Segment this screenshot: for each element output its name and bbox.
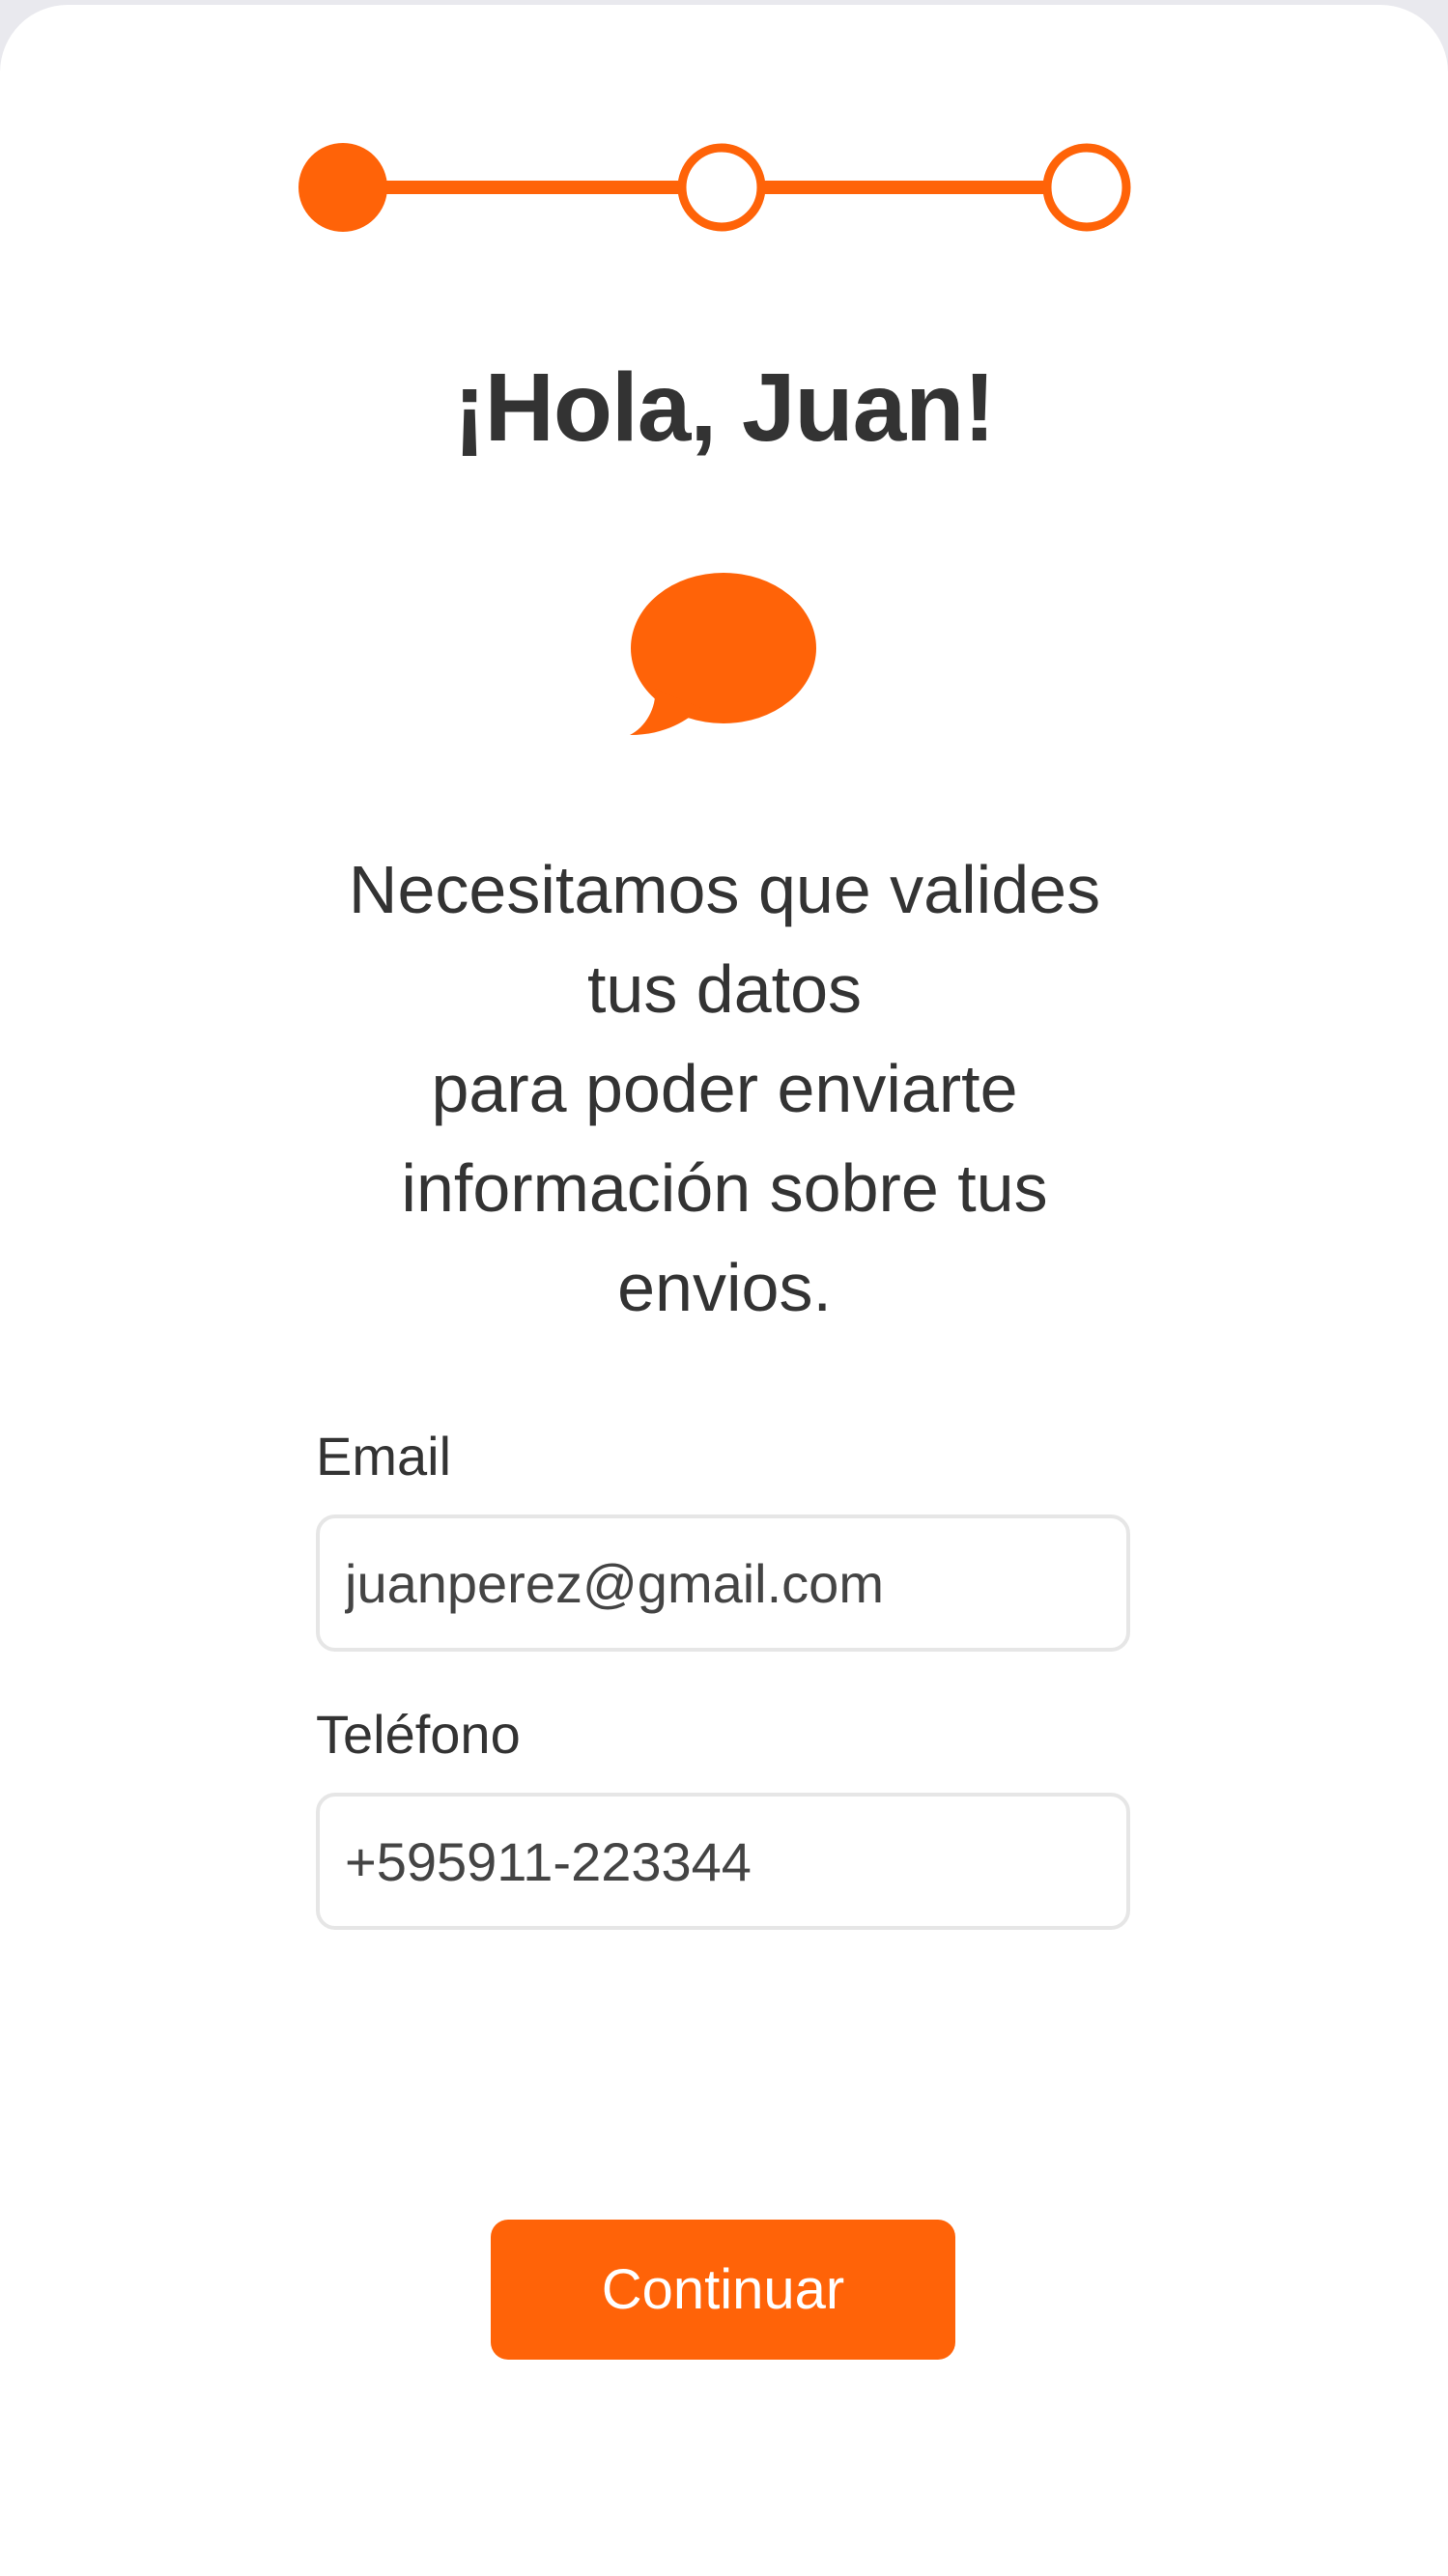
step-2-icon [677, 143, 766, 232]
message-line: información sobre tus [401, 1150, 1048, 1226]
phone-field[interactable] [316, 1793, 1130, 1930]
page-title: ¡Hola, Juan! [453, 354, 995, 462]
step-3-icon [1042, 143, 1131, 232]
email-label: Email [316, 1426, 452, 1486]
phone-label: Teléfono [316, 1704, 521, 1765]
message-line: para poder enviarte [431, 1051, 1018, 1126]
message-line: envios. [617, 1250, 832, 1325]
progress-stepper [298, 143, 1132, 232]
email-field[interactable] [316, 1514, 1130, 1652]
continue-button[interactable]: Continuar [491, 2220, 955, 2360]
stepper-graphic [298, 143, 1131, 232]
step-1-active-icon [298, 143, 387, 232]
validation-message: Necesitamos que valides tus datos para p… [290, 840, 1159, 1338]
message-line: tus datos [586, 951, 863, 1027]
message-line: Necesitamos que valides [348, 852, 1101, 927]
validation-card: ¡Hola, Juan! Necesitamos que valides tus… [0, 5, 1448, 2576]
chat-bubble-icon [628, 573, 819, 737]
